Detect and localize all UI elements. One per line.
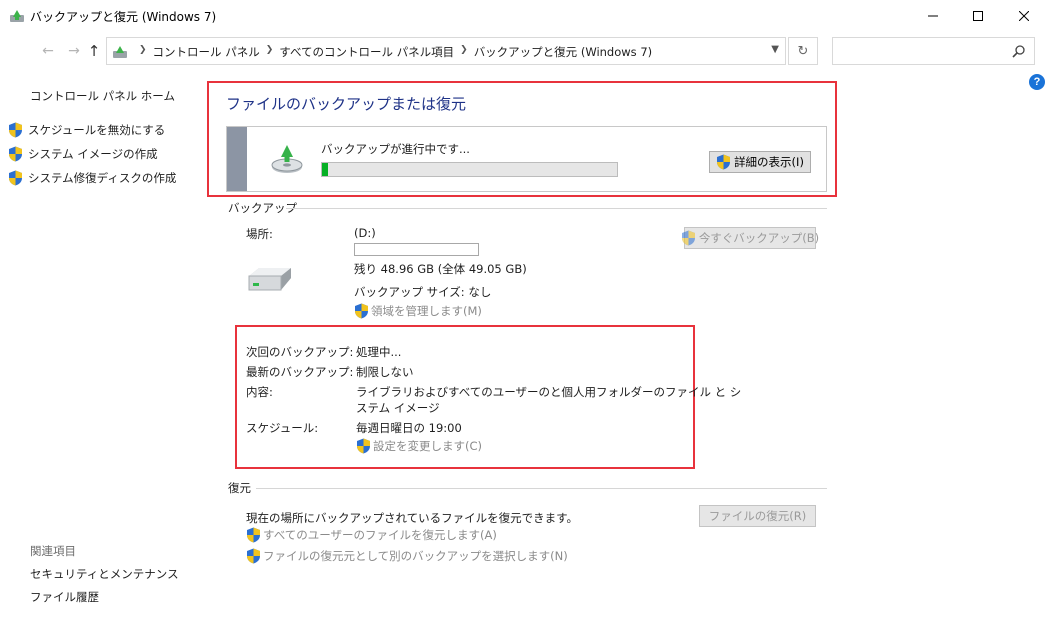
- back-button[interactable]: ←: [38, 41, 58, 61]
- up-button[interactable]: ↑: [84, 41, 104, 61]
- sidebar-related-security-maintenance[interactable]: セキュリティとメンテナンス: [30, 566, 179, 582]
- sidebar-item-label: システム修復ディスクの作成: [28, 171, 177, 185]
- uac-shield-icon: [9, 146, 22, 162]
- breadcrumb-backup-restore[interactable]: バックアップと復元 (Windows 7): [474, 44, 652, 60]
- schedule-value: 毎週日曜日の 19:00: [356, 421, 462, 435]
- close-icon: [1019, 11, 1029, 21]
- progress-label: バックアップが進行中です...: [321, 142, 470, 156]
- contents-label: 内容:: [246, 385, 273, 399]
- sidebar-related-file-history[interactable]: ファイル履歴: [30, 589, 99, 605]
- breadcrumb-all-items[interactable]: すべてのコントロール パネル項目: [279, 44, 454, 60]
- select-other-backup-label: ファイルの復元元として別のバックアップを選択します(N): [263, 549, 568, 563]
- view-details-button[interactable]: 詳細の表示(I): [709, 151, 811, 173]
- hard-drive-icon: [248, 268, 291, 291]
- sidebar-item-label: システム イメージの作成: [28, 147, 158, 161]
- arrow-up-icon: ↑: [87, 42, 101, 60]
- help-icon[interactable]: ?: [1029, 74, 1045, 90]
- sidebar-item-create-system-image[interactable]: システム イメージの作成: [8, 146, 158, 162]
- refresh-icon: ↻: [797, 43, 809, 59]
- backup-progress-panel: バックアップが進行中です... 詳細の表示(I): [226, 126, 827, 192]
- sidebar-item-disable-schedule[interactable]: スケジュールを無効にする: [8, 122, 165, 138]
- restore-description: 現在の場所にバックアップされているファイルを復元できます。: [246, 511, 579, 525]
- arrow-right-icon: →: [68, 43, 80, 59]
- free-space-text: 残り 48.96 GB (全体 49.05 GB): [354, 262, 527, 276]
- maximize-icon: [973, 11, 983, 21]
- search-icon: [1012, 45, 1025, 58]
- chevron-right-icon: ❯: [460, 45, 468, 55]
- change-settings-label: 設定を変更します(C): [373, 439, 483, 453]
- uac-shield-icon: [355, 303, 368, 319]
- navigation-bar: ← → ↑ ❯ コントロール パネル ❯ すべてのコントロール パネル項目 ❯ …: [0, 35, 1047, 67]
- schedule-label: スケジュール:: [246, 421, 319, 435]
- contents-value-line1: ライブラリおよびすべてのユーザーのと個人用フォルダーのファイル と シ: [356, 385, 742, 399]
- minimize-icon: [928, 15, 938, 17]
- chevron-down-icon[interactable]: ▼: [771, 44, 779, 55]
- location-label: 場所:: [246, 227, 273, 241]
- uac-shield-icon: [357, 438, 370, 454]
- backup-progress-bar: [321, 162, 618, 177]
- refresh-button[interactable]: ↻: [788, 37, 818, 65]
- restore-section-heading: 復元: [228, 481, 251, 495]
- restore-all-users-label: すべてのユーザーのファイルを復元します(A): [263, 528, 497, 542]
- address-bar[interactable]: ❯ コントロール パネル ❯ すべてのコントロール パネル項目 ❯ バックアップ…: [106, 37, 786, 65]
- select-other-backup-link[interactable]: ファイルの復元元として別のバックアップを選択します(N): [246, 548, 568, 564]
- search-input[interactable]: [832, 37, 1035, 65]
- backup-now-label: 今すぐバックアップ(B): [698, 231, 820, 245]
- backup-size-text: バックアップ サイズ: なし: [354, 285, 492, 299]
- contents-value-line2: ステム イメージ: [356, 401, 440, 415]
- sidebar-item-label: スケジュールを無効にする: [28, 123, 166, 137]
- title-bar: バックアップと復元 (Windows 7): [0, 0, 1047, 32]
- manage-space-link[interactable]: 領域を管理します(M): [354, 303, 482, 319]
- breadcrumb-control-panel[interactable]: コントロール パネル: [153, 44, 260, 60]
- restore-files-button[interactable]: ファイルの復元(R): [699, 505, 816, 527]
- breadcrumb: ❯ コントロール パネル ❯ すべてのコントロール パネル項目 ❯ バックアップ…: [133, 44, 652, 60]
- restore-files-label: ファイルの復元(R): [708, 509, 807, 523]
- change-settings-link[interactable]: 設定を変更します(C): [356, 438, 482, 454]
- uac-shield-icon: [9, 170, 22, 186]
- disk-space-bar: [354, 243, 479, 256]
- backup-in-progress-icon: [271, 145, 303, 173]
- uac-shield-icon: [9, 122, 22, 138]
- next-backup-label: 次回のバックアップ:: [246, 345, 354, 359]
- manage-space-label: 領域を管理します(M): [371, 304, 482, 318]
- close-button[interactable]: [1001, 0, 1047, 32]
- uac-shield-icon: [717, 154, 731, 170]
- section-divider: [286, 208, 827, 209]
- backup-restore-app-icon: [10, 10, 24, 22]
- arrow-left-icon: ←: [42, 43, 54, 59]
- uac-shield-icon: [247, 548, 260, 564]
- chevron-right-icon: ❯: [139, 45, 147, 55]
- page-title: ファイルのバックアップまたは復元: [226, 95, 467, 113]
- section-divider: [256, 488, 827, 489]
- window-title: バックアップと復元 (Windows 7): [30, 10, 217, 24]
- backup-now-button[interactable]: 今すぐバックアップ(B): [681, 227, 820, 249]
- last-backup-value: 制限しない: [356, 365, 414, 379]
- view-details-label: 詳細の表示(I): [734, 155, 804, 169]
- restore-all-users-link[interactable]: すべてのユーザーのファイルを復元します(A): [246, 527, 497, 543]
- maximize-button[interactable]: [955, 0, 1001, 32]
- sidebar-item-create-repair-disc[interactable]: システム修復ディスクの作成: [8, 170, 176, 186]
- last-backup-label: 最新のバックアップ:: [246, 365, 354, 379]
- chevron-right-icon: ❯: [265, 45, 274, 55]
- sidebar-control-panel-home[interactable]: コントロール パネル ホーム: [30, 88, 175, 104]
- progress-fill: [322, 163, 328, 176]
- location-value: (D:): [354, 226, 376, 240]
- uac-shield-icon: [247, 527, 260, 543]
- panel-stripe: [227, 127, 247, 191]
- control-panel-icon: [113, 46, 127, 58]
- uac-shield-icon: [681, 230, 695, 246]
- forward-button[interactable]: →: [64, 41, 84, 61]
- related-title: 関連項目: [30, 544, 76, 558]
- minimize-button[interactable]: [910, 0, 956, 32]
- next-backup-value: 処理中...: [356, 345, 402, 359]
